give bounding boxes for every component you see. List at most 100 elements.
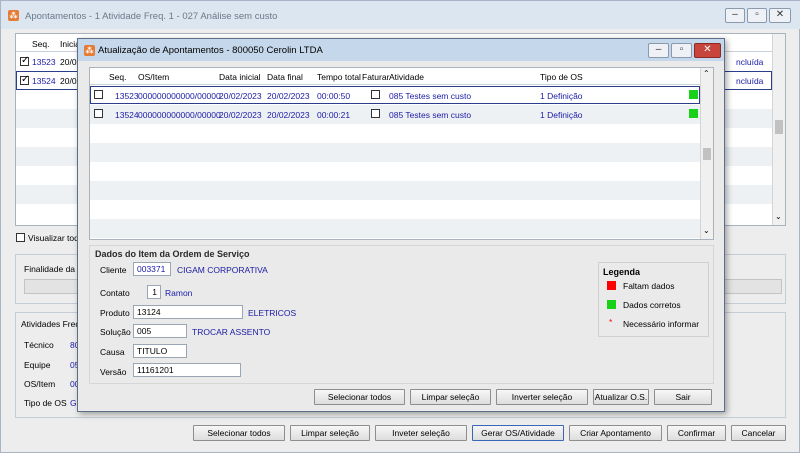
legend-corretos: Dados corretos: [623, 300, 681, 310]
legend-necessario: Necessário informar: [623, 319, 700, 329]
row-os-item: 000000000000/00000: [138, 91, 221, 101]
grid-header-seq: Seq.: [32, 39, 50, 49]
invert-selection-button[interactable]: Inveter seleção: [375, 425, 467, 441]
chevron-up-icon[interactable]: ⌃: [703, 69, 710, 78]
row-seq: 13524: [115, 110, 139, 120]
solucao-name: TROCAR ASSENTO: [192, 327, 271, 337]
dialog-titlebar: ⁂ Atualização de Apontamentos - 800050 C…: [78, 39, 724, 61]
scrollbar-thumb[interactable]: [775, 120, 783, 134]
produto-name: ELETRICOS: [248, 308, 297, 318]
visualizar-checkbox[interactable]: [16, 233, 25, 242]
row-faturar-checkbox[interactable]: [371, 90, 380, 99]
tipo-os-value: G: [70, 398, 77, 408]
cliente-label: Cliente: [100, 265, 127, 275]
confirm-button[interactable]: Confirmar: [667, 425, 726, 441]
causa-label: Causa: [100, 347, 125, 357]
col-tempo-total: Tempo total: [317, 72, 361, 82]
row-select-checkbox[interactable]: [94, 90, 103, 99]
table-row[interactable]: 13523 000000000000/00000 20/02/2023 20/0…: [90, 86, 700, 104]
cancel-button[interactable]: Cancelar: [731, 425, 786, 441]
maximize-icon: ▫: [755, 9, 759, 20]
tecnico-label: Técnico: [24, 340, 54, 350]
legend-red-swatch: [607, 281, 616, 290]
create-appointment-button[interactable]: Criar Apontamento: [569, 425, 662, 441]
col-data-inicial: Data inicial: [219, 72, 261, 82]
row-data-inicial: 20/02/2023: [219, 91, 262, 101]
dados-heading: Dados do Item da Ordem de Serviço: [95, 249, 250, 259]
dialog-clear-selection-button[interactable]: Limpar seleção: [410, 389, 491, 405]
chevron-down-icon[interactable]: ⌄: [775, 212, 782, 221]
legend-heading: Legenda: [603, 267, 641, 277]
main-window-titlebar: ⁂ Apontamentos - 1 Atividade Freq. 1 - 0…: [1, 1, 800, 29]
row-os-item: 000000000000/00000: [138, 110, 221, 120]
versao-field[interactable]: 11161201: [133, 363, 241, 377]
legend-box: Legenda Faltam dados Dados corretos * Ne…: [598, 262, 709, 337]
row-tipo-os: 1 Definição: [540, 110, 583, 120]
main-window-title: Apontamentos - 1 Atividade Freq. 1 - 027…: [25, 11, 278, 22]
close-icon: ✕: [703, 44, 712, 55]
dialog-maximize-button[interactable]: ▫: [671, 43, 692, 58]
finalidade-label: Finalidade da c: [24, 264, 82, 274]
atividades-label: Atividades Freq: [21, 319, 81, 329]
row-data-inicial: 20/02/2023: [219, 110, 262, 120]
row-tipo-os: 1 Definição: [540, 91, 583, 101]
row-status-indicator: [689, 90, 698, 99]
contato-field[interactable]: 1: [147, 285, 161, 299]
app-icon: ⁂: [84, 45, 95, 56]
select-all-button[interactable]: Selecionar todos: [193, 425, 285, 441]
dados-section: Dados do Item da Ordem de Serviço Client…: [89, 245, 714, 384]
minimize-button[interactable]: –: [725, 8, 745, 23]
row-faturar-checkbox[interactable]: [371, 109, 380, 118]
minimize-icon: –: [732, 9, 738, 20]
row-checkbox[interactable]: [20, 55, 29, 66]
contato-label: Contato: [100, 288, 130, 298]
cliente-name: CIGAM CORPORATIVA: [177, 265, 268, 275]
row-status: ncluída: [736, 76, 764, 86]
row-checkbox[interactable]: [20, 74, 29, 85]
row-select-checkbox[interactable]: [94, 109, 103, 118]
update-appointments-dialog: ⁂ Atualização de Apontamentos - 800050 C…: [77, 38, 725, 412]
update-os-button[interactable]: Atualizar O.S.: [593, 389, 649, 405]
maximize-button[interactable]: ▫: [747, 8, 767, 23]
exit-button[interactable]: Sair: [654, 389, 712, 405]
row-status: ncluída: [736, 57, 764, 67]
col-atividade: Atividade: [389, 72, 424, 82]
close-button[interactable]: ✕: [769, 8, 791, 23]
row-data-final: 20/02/2023: [267, 110, 310, 120]
legend-green-swatch: [607, 300, 616, 309]
dialog-invert-selection-button[interactable]: Inverter seleção: [496, 389, 588, 405]
col-faturar: Faturar: [362, 72, 390, 82]
row-seq: 13524: [32, 76, 56, 86]
dialog-select-all-button[interactable]: Selecionar todos: [314, 389, 405, 405]
legend-required-mark: *: [609, 317, 613, 327]
causa-field[interactable]: TITULO: [133, 344, 187, 358]
produto-label: Produto: [100, 308, 130, 318]
col-os-item: OS/Item: [138, 72, 170, 82]
os-item-label: OS/Item: [24, 379, 56, 389]
grid-scrollbar[interactable]: ⌄: [772, 34, 785, 225]
equipe-label: Equipe: [24, 360, 51, 370]
cliente-field[interactable]: 003371: [133, 262, 171, 276]
versao-label: Versão: [100, 367, 127, 377]
tipo-os-label: Tipo de OS: [24, 398, 67, 408]
scrollbar-thumb[interactable]: [703, 148, 711, 160]
dialog-close-button[interactable]: ✕: [694, 43, 721, 58]
solucao-label: Solução: [100, 327, 131, 337]
clear-selection-button[interactable]: Limpar seleção: [290, 425, 370, 441]
visualizar-label: Visualizar todo: [28, 233, 84, 243]
row-atividade: 085 Testes sem custo: [389, 91, 472, 101]
row-atividade: 085 Testes sem custo: [389, 110, 472, 120]
row-tempo-total: 00:00:50: [317, 91, 351, 101]
row-status-indicator: [689, 109, 698, 118]
table-row[interactable]: 13524 000000000000/00000 20/02/2023 20/0…: [90, 105, 700, 124]
dialog-minimize-button[interactable]: –: [648, 43, 669, 58]
generate-os-button[interactable]: Gerar OS/Atividade: [472, 425, 564, 441]
col-data-final: Data final: [267, 72, 303, 82]
row-data-final: 20/02/2023: [267, 91, 310, 101]
appointments-update-grid[interactable]: Seq. OS/Item Data inicial Data final Tem…: [89, 67, 714, 240]
solucao-field[interactable]: 005: [133, 324, 187, 338]
col-seq: Seq.: [109, 72, 127, 82]
dialog-grid-scrollbar[interactable]: ⌃ ⌄: [700, 68, 713, 239]
chevron-down-icon[interactable]: ⌄: [703, 226, 710, 235]
produto-field[interactable]: 13124: [133, 305, 243, 319]
